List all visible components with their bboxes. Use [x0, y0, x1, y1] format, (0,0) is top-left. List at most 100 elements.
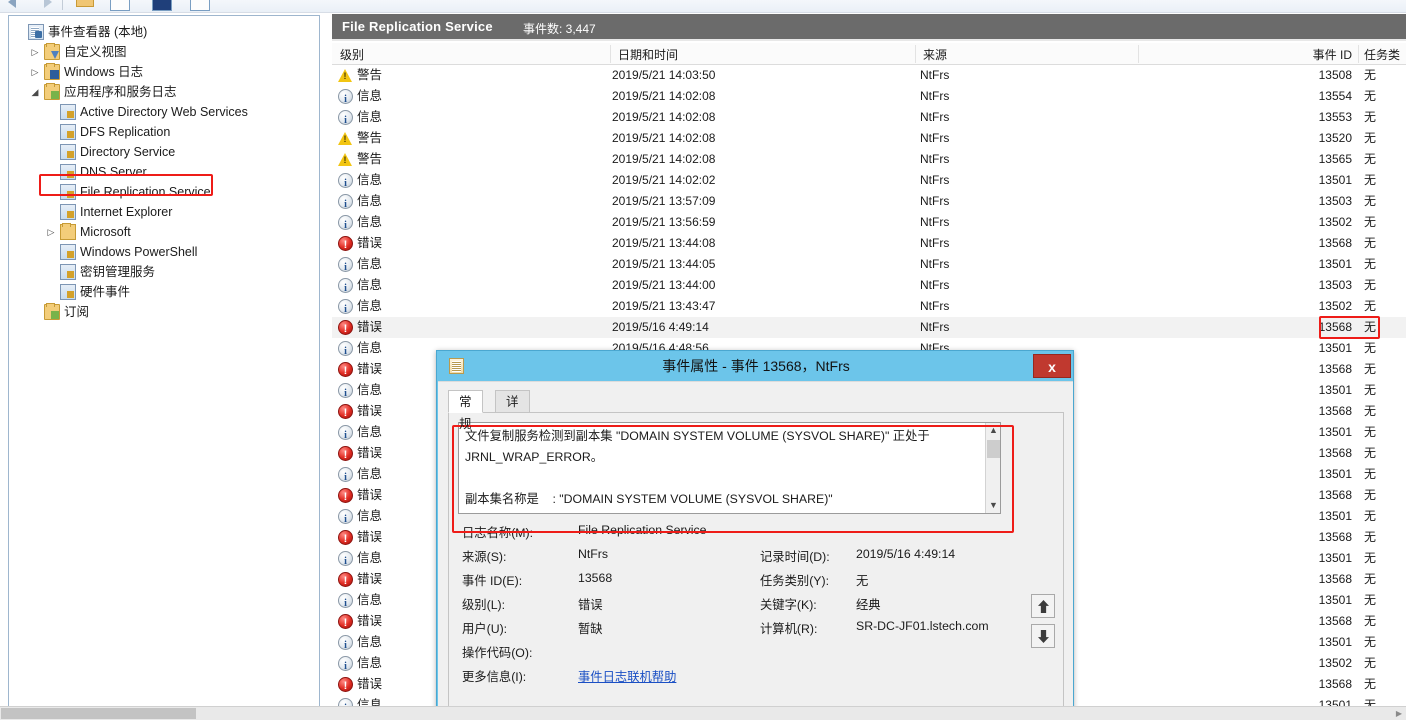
information-icon — [338, 467, 353, 488]
column-divider[interactable] — [610, 45, 611, 63]
table-row[interactable]: 信息 2019/5/21 14:02:08 NtFrs 13554 无 — [332, 86, 1406, 110]
detail-field-label: 事件 ID(E): — [462, 574, 523, 588]
column-divider[interactable] — [1138, 45, 1139, 63]
prev-event-button[interactable] — [1031, 594, 1055, 618]
scroll-down-icon[interactable]: ▼ — [986, 498, 1000, 513]
horizontal-scrollbar[interactable]: ▶ — [0, 706, 1406, 720]
table-row[interactable]: 信息 2019/5/21 13:43:47 NtFrs 13502 无 — [332, 296, 1406, 320]
tree-item[interactable]: Directory Service — [9, 142, 319, 162]
detail-field-label: 记录时间(D): — [760, 550, 830, 564]
cell-level: 信息 — [338, 380, 382, 404]
column-header-level[interactable]: 级别 — [340, 46, 364, 63]
tree-item[interactable]: ▷ Windows 日志 — [9, 62, 319, 82]
cell-source: NtFrs — [920, 194, 950, 208]
table-row[interactable]: 警告 2019/5/21 14:02:08 NtFrs 13565 无 — [332, 149, 1406, 170]
filter-icon[interactable] — [152, 0, 172, 11]
column-header-event-id[interactable]: 事件 ID — [1292, 46, 1352, 63]
chevron-right-icon[interactable]: ▷ — [29, 42, 41, 62]
cell-event-id: 13502 — [1318, 299, 1352, 313]
tree-item[interactable]: 事件查看器 (本地) — [9, 22, 319, 42]
arrow-down-icon — [1038, 630, 1049, 643]
properties-icon[interactable] — [110, 0, 130, 11]
cell-level: 信息 — [338, 86, 382, 110]
table-row[interactable]: 信息 2019/5/21 13:44:00 NtFrs 13503 无 — [332, 275, 1406, 299]
back-arrow-icon[interactable] — [8, 0, 16, 8]
forward-arrow-icon[interactable] — [44, 0, 52, 8]
plain-folder-icon — [60, 223, 76, 240]
cell-level: 信息 — [338, 506, 382, 530]
tree-item[interactable]: File Replication Service — [9, 182, 319, 202]
table-row[interactable]: 信息 2019/5/21 14:02:08 NtFrs 13553 无 — [332, 107, 1406, 131]
chevron-right-icon[interactable]: ▷ — [45, 222, 57, 242]
message-scrollbar[interactable]: ▲ ▼ — [985, 423, 1000, 513]
table-row[interactable]: 错误 2019/5/21 13:44:08 NtFrs 13568 无 — [332, 233, 1406, 256]
folder-icon[interactable] — [76, 0, 94, 7]
tab-general[interactable]: 常规 — [448, 390, 483, 431]
tree-item[interactable]: Active Directory Web Services — [9, 102, 319, 122]
tree-item[interactable]: ▷ Microsoft — [9, 222, 319, 242]
column-divider[interactable] — [915, 45, 916, 63]
tree-item[interactable]: Windows PowerShell — [9, 242, 319, 262]
chevron-right-icon[interactable]: ▷ — [29, 62, 41, 82]
arrow-up-icon — [1038, 600, 1049, 613]
cell-source: NtFrs — [920, 320, 950, 334]
table-row[interactable]: 信息 2019/5/21 13:57:09 NtFrs 13503 无 — [332, 191, 1406, 215]
tree-item[interactable]: ▷ 自定义视图 — [9, 42, 319, 62]
event-log-help-link[interactable]: 事件日志联机帮助 — [578, 667, 676, 685]
event-message-box[interactable]: 文件复制服务检测到副本集 "DOMAIN SYSTEM VOLUME (SYSV… — [458, 422, 1001, 514]
scrollbar-thumb[interactable] — [987, 440, 1000, 458]
help-icon[interactable] — [190, 0, 210, 11]
cell-datetime: 2019/5/21 13:43:47 — [612, 299, 716, 313]
table-row[interactable]: 警告 2019/5/21 14:02:08 NtFrs 13520 无 — [332, 128, 1406, 149]
column-header-task-category[interactable]: 任务类 — [1364, 46, 1400, 63]
tree-item[interactable]: 密钥管理服务 — [9, 262, 319, 282]
scroll-up-icon[interactable]: ▲ — [986, 423, 1000, 438]
information-icon — [338, 299, 353, 320]
detail-field-value: 暂缺 — [578, 622, 603, 636]
cell-task-category: 无 — [1364, 656, 1377, 670]
table-row[interactable]: 信息 2019/5/21 13:56:59 NtFrs 13502 无 — [332, 212, 1406, 236]
tree-item[interactable]: DNS Server — [9, 162, 319, 182]
column-header-source[interactable]: 来源 — [923, 46, 947, 63]
next-event-button[interactable] — [1031, 624, 1055, 648]
chevron-down-icon[interactable]: ◢ — [29, 82, 41, 102]
log-icon — [60, 144, 76, 160]
cell-task-category: 无 — [1364, 236, 1377, 250]
tree-item[interactable]: Internet Explorer — [9, 202, 319, 222]
detail-field-row: 用户(U): 暂缺 计算机(R): SR-DC-JF01.lstech.com — [458, 619, 1058, 643]
close-icon[interactable]: x — [1033, 354, 1071, 378]
folder-custom-views-icon — [44, 43, 60, 60]
detail-field-label: 关键字(K): — [760, 598, 817, 612]
column-headers[interactable]: 级别 日期和时间 来源 事件 ID 任务类 — [332, 43, 1406, 65]
cell-task-category: 无 — [1364, 446, 1377, 460]
information-icon — [338, 383, 353, 404]
event-properties-dialog[interactable]: 事件属性 - 事件 13568，NtFrs x 常规 详细信息 文件复制服务检测… — [436, 350, 1074, 720]
cell-event-id: 13502 — [1318, 656, 1352, 670]
error-icon — [338, 487, 353, 508]
console-tree-panel[interactable]: 事件查看器 (本地) ▷ 自定义视图 ▷ Windows 日志 ◢ 应用程序和服务日志 Act… — [8, 15, 320, 715]
log-icon — [60, 204, 76, 220]
column-header-datetime[interactable]: 日期和时间 — [618, 46, 678, 63]
column-divider[interactable] — [1358, 45, 1359, 63]
tab-details[interactable]: 详细信息 — [495, 390, 530, 475]
cell-level: 错误 — [338, 443, 382, 466]
tree-item[interactable]: ◢ 应用程序和服务日志 — [9, 82, 319, 102]
cell-level: 信息 — [338, 275, 382, 299]
scroll-right-icon[interactable]: ▶ — [1392, 707, 1406, 720]
tree-item[interactable]: DFS Replication — [9, 122, 319, 142]
error-icon — [338, 571, 353, 592]
dialog-title-bar[interactable]: 事件属性 - 事件 13568，NtFrs x — [437, 351, 1073, 381]
scrollbar-thumb[interactable] — [1, 708, 196, 719]
cell-source: NtFrs — [920, 68, 950, 82]
event-viewer-icon — [28, 24, 44, 40]
dialog-body: 常规 详细信息 文件复制服务检测到副本集 "DOMAIN SYSTEM VOLU… — [438, 381, 1073, 719]
table-row[interactable]: 错误 2019/5/16 4:49:14 NtFrs 13568 无 — [332, 317, 1406, 340]
table-row[interactable]: 警告 2019/5/21 14:03:50 NtFrs 13508 无 — [332, 65, 1406, 86]
information-icon — [338, 215, 353, 236]
log-icon — [60, 104, 76, 120]
tree-item[interactable]: 硬件事件 — [9, 282, 319, 302]
tree-item[interactable]: 订阅 — [9, 302, 319, 322]
table-row[interactable]: 信息 2019/5/21 14:02:02 NtFrs 13501 无 — [332, 170, 1406, 194]
detail-field-row: 操作代码(O): — [458, 643, 1058, 667]
table-row[interactable]: 信息 2019/5/21 13:44:05 NtFrs 13501 无 — [332, 254, 1406, 278]
